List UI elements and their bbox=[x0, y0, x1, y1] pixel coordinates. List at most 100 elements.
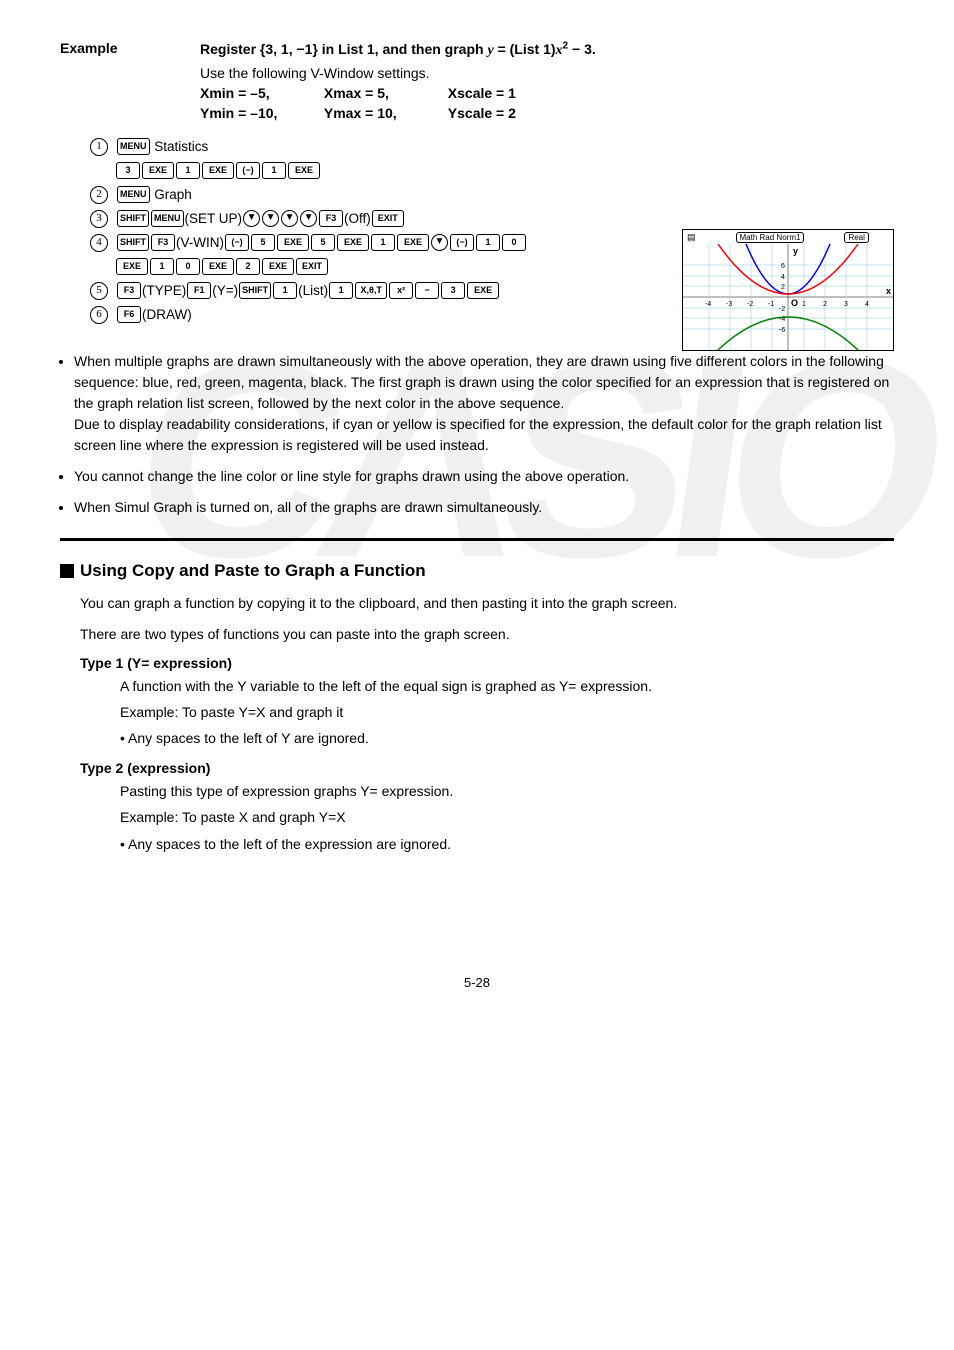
calc-real-badge: Real bbox=[844, 232, 868, 243]
section2-p2: There are two types of functions you can… bbox=[80, 624, 894, 645]
step-1: 1 MENU Statistics bbox=[90, 137, 894, 157]
key-shift: SHIFT bbox=[117, 210, 149, 227]
step-number-5: 5 bbox=[90, 282, 108, 300]
svg-text:2: 2 bbox=[823, 301, 827, 308]
key-menu: MENU bbox=[117, 138, 150, 155]
step-6-draw: (DRAW) bbox=[142, 307, 192, 322]
key-0: 0 bbox=[502, 234, 526, 251]
step-5-type: (TYPE) bbox=[142, 283, 186, 298]
key-f1: F1 bbox=[187, 282, 211, 299]
key-down: ▼ bbox=[431, 234, 448, 251]
key-2: 2 bbox=[236, 258, 260, 275]
vw-xmax: Xmax = 5, bbox=[324, 85, 444, 101]
example-label: Example bbox=[60, 40, 200, 59]
key-exe: EXE bbox=[467, 282, 499, 299]
key-exe: EXE bbox=[202, 258, 234, 275]
type1-line1: A function with the Y variable to the le… bbox=[120, 675, 894, 697]
section-divider bbox=[60, 538, 894, 541]
key-3: 3 bbox=[441, 282, 465, 299]
svg-text:2: 2 bbox=[781, 284, 785, 291]
key-exe: EXE bbox=[142, 162, 174, 179]
key-f3: F3 bbox=[117, 282, 141, 299]
key-5: 5 bbox=[311, 234, 335, 251]
type1-head: Type 1 (Y= expression) bbox=[80, 655, 894, 671]
step-3-setup: (SET UP) bbox=[185, 211, 243, 226]
key-0: 0 bbox=[176, 258, 200, 275]
key-exe: EXE bbox=[202, 162, 234, 179]
step-1-keys: 3 EXE 1 EXE (−) 1 EXE bbox=[115, 161, 894, 181]
key-1: 1 bbox=[150, 258, 174, 275]
note-bullet-3: When Simul Graph is turned on, all of th… bbox=[74, 497, 894, 518]
key-f3: F3 bbox=[151, 234, 175, 251]
key-1: 1 bbox=[273, 282, 297, 299]
step-number-3: 3 bbox=[90, 210, 108, 228]
svg-text:x: x bbox=[886, 286, 891, 296]
step-5-yeq: (Y=) bbox=[212, 283, 238, 298]
key-exe: EXE bbox=[262, 258, 294, 275]
type2-head: Type 2 (expression) bbox=[80, 760, 894, 776]
key-xtheta: X,θ,T bbox=[355, 282, 387, 299]
key-menu: MENU bbox=[151, 210, 184, 227]
vw-ymax: Ymax = 10, bbox=[324, 105, 444, 121]
key-exit: EXIT bbox=[372, 210, 404, 227]
svg-text:4: 4 bbox=[781, 274, 785, 281]
svg-text:-1: -1 bbox=[768, 301, 774, 308]
section2-p1: You can graph a function by copying it t… bbox=[80, 593, 894, 614]
step-number-2: 2 bbox=[90, 186, 108, 204]
key-neg: (−) bbox=[236, 162, 260, 179]
svg-text:-4: -4 bbox=[705, 301, 711, 308]
key-exit: EXIT bbox=[296, 258, 328, 275]
type1-bullet: • Any spaces to the left of Y are ignore… bbox=[120, 727, 894, 749]
svg-text:1: 1 bbox=[802, 301, 806, 308]
key-minus: − bbox=[415, 282, 439, 299]
step-2: 2 MENU Graph bbox=[90, 185, 894, 205]
key-f3: F3 bbox=[319, 210, 343, 227]
key-shift: SHIFT bbox=[239, 282, 271, 299]
type1-line2: Example: To paste Y=X and graph it bbox=[120, 701, 894, 723]
svg-text:4: 4 bbox=[865, 301, 869, 308]
section-title: Using Copy and Paste to Graph a Function bbox=[60, 561, 894, 581]
svg-text:3: 3 bbox=[844, 301, 848, 308]
key-exe: EXE bbox=[397, 234, 429, 251]
step-2-text: Graph bbox=[154, 187, 192, 202]
svg-text:-3: -3 bbox=[726, 301, 732, 308]
key-exe: EXE bbox=[288, 162, 320, 179]
svg-text:6: 6 bbox=[781, 263, 785, 270]
example-headline: Register {3, 1, −1} in List 1, and then … bbox=[200, 40, 596, 59]
key-down: ▼ bbox=[262, 210, 279, 227]
key-1: 1 bbox=[476, 234, 500, 251]
key-shift: SHIFT bbox=[117, 234, 149, 251]
key-1: 1 bbox=[371, 234, 395, 251]
step-number-4: 4 bbox=[90, 234, 108, 252]
calc-graph-area: y x O -4-3 -2-1 12 34 64 2-2 -4-6 bbox=[683, 244, 893, 350]
svg-text:-4: -4 bbox=[779, 316, 785, 323]
vw-xmin: Xmin = –5, bbox=[200, 85, 320, 101]
svg-text:y: y bbox=[793, 246, 798, 256]
svg-text:O: O bbox=[791, 298, 798, 308]
svg-text:-6: -6 bbox=[779, 327, 785, 334]
example-subline: Use the following V-Window settings. bbox=[200, 65, 894, 81]
key-f6: F6 bbox=[117, 306, 141, 323]
vw-yscale: Yscale = 2 bbox=[448, 105, 568, 121]
step-1-text: Statistics bbox=[154, 139, 208, 154]
key-x2: x² bbox=[389, 282, 413, 299]
key-down: ▼ bbox=[300, 210, 317, 227]
page-number: 5-28 bbox=[60, 975, 894, 990]
vw-ymin: Ymin = –10, bbox=[200, 105, 320, 121]
step-number-1: 1 bbox=[90, 138, 108, 156]
key-1: 1 bbox=[262, 162, 286, 179]
key-3: 3 bbox=[116, 162, 140, 179]
step-4-vwin: (V-WIN) bbox=[176, 235, 224, 250]
step-3: 3 SHIFT MENU (SET UP) ▼ ▼ ▼ ▼ F3 (Off) E… bbox=[90, 209, 894, 229]
note-bullet-1: When multiple graphs are drawn simultane… bbox=[74, 351, 894, 456]
square-icon bbox=[60, 564, 74, 578]
key-exe: EXE bbox=[337, 234, 369, 251]
key-exe: EXE bbox=[116, 258, 148, 275]
step-5-list: (List) bbox=[298, 283, 328, 298]
key-1: 1 bbox=[329, 282, 353, 299]
calculator-display: ▤ Math Rad Norm1 Real y x bbox=[682, 229, 894, 351]
svg-text:-2: -2 bbox=[747, 301, 753, 308]
key-down: ▼ bbox=[243, 210, 260, 227]
type2-line1: Pasting this type of expression graphs Y… bbox=[120, 780, 894, 802]
type2-line2: Example: To paste X and graph Y=X bbox=[120, 806, 894, 828]
